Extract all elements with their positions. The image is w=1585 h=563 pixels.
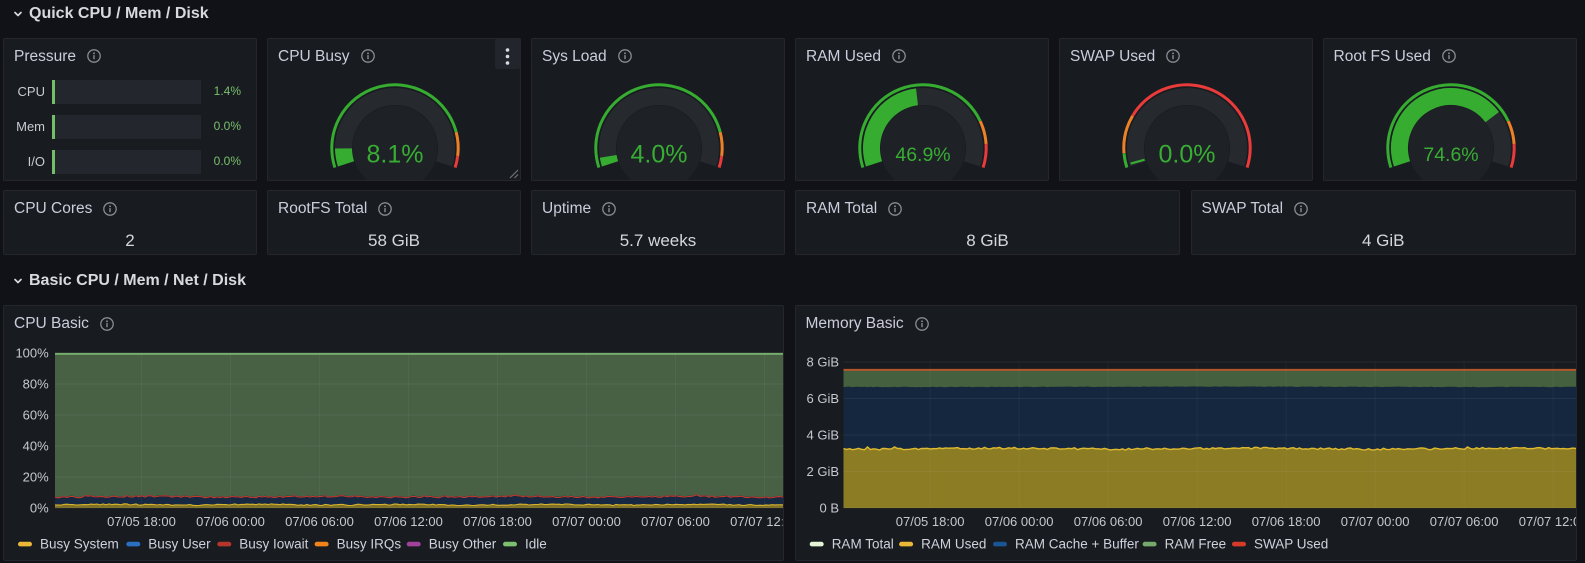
svg-text:4 GiB: 4 GiB <box>806 428 839 443</box>
svg-text:07/07 06:00: 07/07 06:00 <box>1429 514 1498 529</box>
svg-text:RAM Free: RAM Free <box>1164 537 1226 552</box>
svg-text:Busy System: Busy System <box>40 537 119 552</box>
svg-text:46.9%: 46.9% <box>895 144 950 166</box>
svg-text:RAM Cache + Buffer: RAM Cache + Buffer <box>1015 537 1139 552</box>
svg-text:60%: 60% <box>23 408 49 423</box>
svg-text:07/05 18:00: 07/05 18:00 <box>895 514 964 529</box>
svg-text:0.0%: 0.0% <box>1159 140 1216 168</box>
svg-text:8 GiB: 8 GiB <box>806 355 839 370</box>
svg-text:07/07 06:00: 07/07 06:00 <box>641 514 710 529</box>
svg-text:Busy User: Busy User <box>148 537 211 552</box>
svg-text:Busy IRQs: Busy IRQs <box>337 537 402 552</box>
svg-text:07/05 18:00: 07/05 18:00 <box>107 514 176 529</box>
svg-text:2 GiB: 2 GiB <box>806 464 839 479</box>
svg-text:RAM Total: RAM Total <box>831 537 893 552</box>
svg-text:07/06 00:00: 07/06 00:00 <box>196 514 265 529</box>
svg-text:4.0%: 4.0% <box>631 140 688 168</box>
svg-text:0%: 0% <box>30 501 49 516</box>
svg-text:100%: 100% <box>15 346 49 361</box>
svg-text:Idle: Idle <box>525 537 547 552</box>
svg-text:40%: 40% <box>23 439 49 454</box>
svg-text:07/06 06:00: 07/06 06:00 <box>1073 514 1142 529</box>
svg-text:6 GiB: 6 GiB <box>806 391 839 406</box>
svg-text:07/06 00:00: 07/06 00:00 <box>984 514 1053 529</box>
svg-text:07/06 18:00: 07/06 18:00 <box>1251 514 1320 529</box>
svg-text:07/07 00:00: 07/07 00:00 <box>552 514 621 529</box>
svg-text:74.6%: 74.6% <box>1423 144 1478 166</box>
svg-text:80%: 80% <box>23 377 49 392</box>
svg-text:RAM Used: RAM Used <box>921 537 986 552</box>
svg-text:Busy Iowait: Busy Iowait <box>239 537 308 552</box>
svg-text:07/07 12:00: 07/07 12:00 <box>1518 514 1577 529</box>
svg-text:07/07 12:00: 07/07 12:00 <box>730 514 784 529</box>
svg-text:0 B: 0 B <box>819 501 839 516</box>
svg-text:07/06 12:00: 07/06 12:00 <box>1162 514 1231 529</box>
svg-text:8.1%: 8.1% <box>367 140 424 168</box>
svg-text:20%: 20% <box>23 470 49 485</box>
svg-text:SWAP Used: SWAP Used <box>1254 537 1328 552</box>
svg-text:07/06 18:00: 07/06 18:00 <box>463 514 532 529</box>
svg-text:Busy Other: Busy Other <box>429 537 497 552</box>
svg-text:07/06 06:00: 07/06 06:00 <box>285 514 354 529</box>
svg-text:07/06 12:00: 07/06 12:00 <box>374 514 443 529</box>
svg-text:07/07 00:00: 07/07 00:00 <box>1340 514 1409 529</box>
